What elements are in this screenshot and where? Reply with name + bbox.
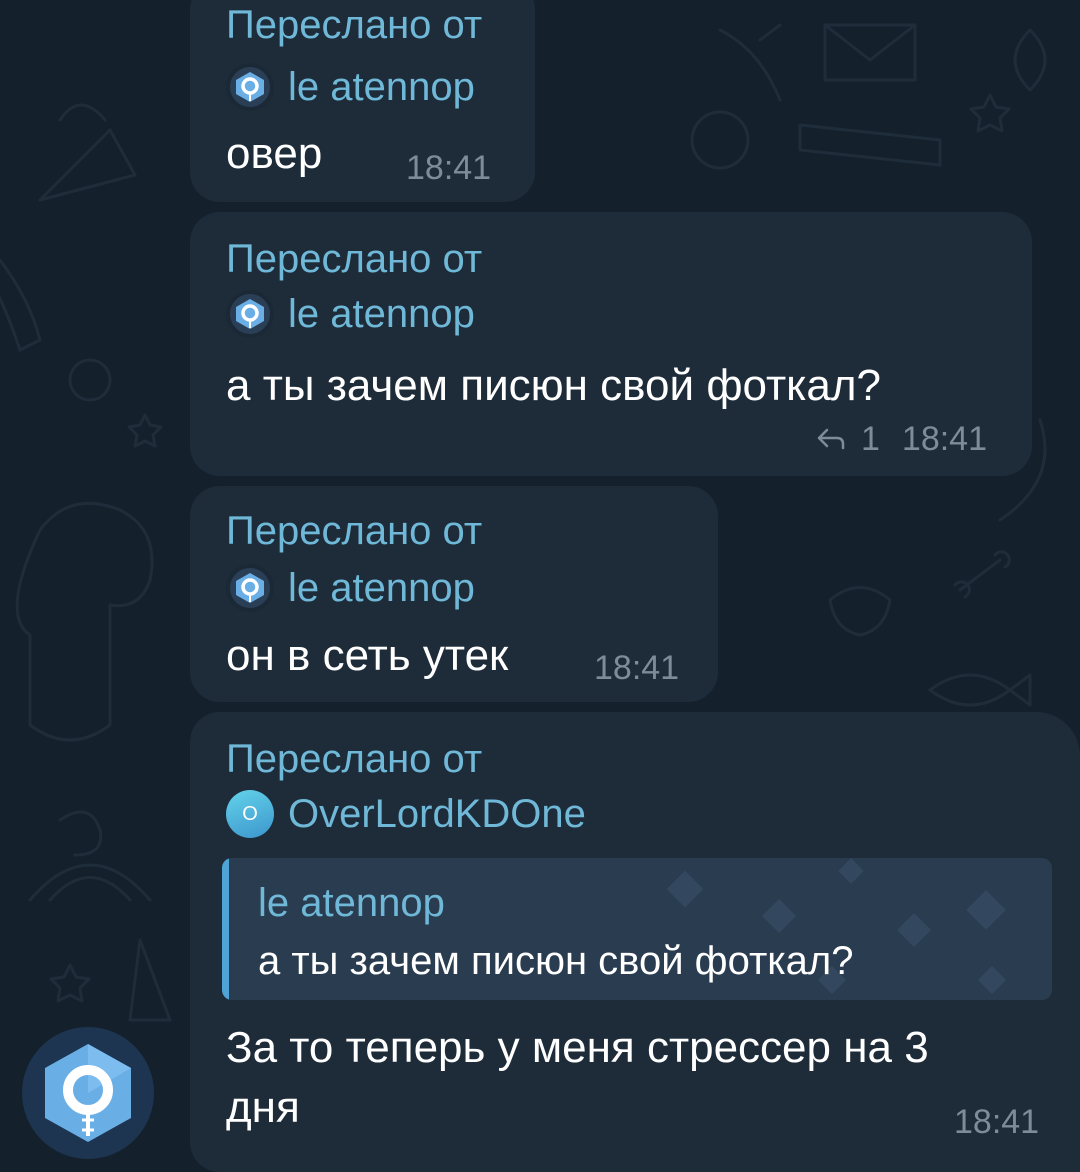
star-doodle-2 [127, 413, 163, 448]
reply-counter[interactable]: 1 18:41 [815, 419, 987, 459]
message-bubble[interactable]: Переслано от le atennop овер 18:41 [190, 0, 535, 202]
swirl-doodle [58, 810, 103, 857]
quote-text: а ты зачем писюн свой фоткал? [258, 939, 854, 983]
hexagon-logo-icon [226, 63, 274, 111]
forward-source-name: le atennop [288, 292, 475, 336]
quote-author: le atennop [258, 881, 445, 925]
forward-source[interactable]: le atennop [226, 290, 475, 338]
message-bubble[interactable]: Переслано от le atennop а ты зачем писюн… [190, 212, 1032, 476]
forwarded-from-label: Переслано от [226, 509, 483, 553]
forward-source-name: OverLordKDOne [288, 792, 586, 836]
rainbow-doodle [28, 863, 152, 902]
sender-avatar[interactable] [22, 1027, 154, 1159]
forward-source-name: le atennop [288, 566, 475, 610]
acorn-doodle [68, 358, 112, 402]
forward-source-name: le atennop [288, 65, 475, 109]
carrot-doodle [718, 23, 782, 102]
dino-doodle [15, 501, 154, 742]
message-text: а ты зачем писюн свой фоткал? [226, 361, 882, 410]
envelope-doodle [823, 23, 917, 82]
forward-source[interactable]: le atennop [226, 63, 475, 111]
avatar: O [226, 790, 274, 838]
star-doodle [969, 93, 1011, 133]
message-bubble[interactable]: Переслано от le atennop он в сеть утек 1… [190, 486, 718, 702]
cone-doodle [128, 938, 172, 1022]
message-time: 18:41 [406, 149, 492, 187]
forward-source[interactable]: O OverLordKDOne [226, 790, 586, 838]
quoted-reply[interactable]: le atennop а ты зачем писюн свой фоткал? [222, 858, 1052, 1000]
fish-doodle [928, 673, 1032, 707]
shell-doodle [828, 586, 892, 637]
message-text-line: дня [226, 1083, 300, 1132]
star-doodle-3 [49, 963, 91, 1003]
forwarded-from-label: Переслано от [226, 237, 483, 281]
smile-doodle [690, 110, 750, 170]
hexagon-logo-icon [226, 564, 274, 612]
bone-doodle [953, 550, 1011, 599]
hexagon-logo-icon [226, 290, 274, 338]
message-text: овер [226, 129, 323, 178]
message-time: 18:41 [954, 1103, 1040, 1141]
message-time: 18:41 [594, 649, 680, 687]
tube-doodle [798, 123, 942, 167]
bottle-doodle [0, 258, 42, 352]
message-text-line: За то теперь у меня стрессер на 3 [226, 1023, 929, 1072]
reply-arrow-icon [817, 428, 845, 450]
reply-count: 1 [861, 420, 880, 458]
message-time: 18:41 [901, 420, 988, 458]
forwarded-from-label: Переслано от [226, 737, 483, 781]
forwarded-from-label: Переслано от [226, 3, 483, 47]
leaf-doodle [1013, 28, 1047, 92]
message-bubble[interactable]: Переслано от O OverLordKDOne le atennop … [190, 712, 1080, 1172]
forward-source[interactable]: le atennop [226, 564, 475, 612]
message-text: он в сеть утек [226, 631, 509, 680]
hexagon-logo-icon [45, 1044, 131, 1142]
cake-doodle [38, 103, 137, 202]
